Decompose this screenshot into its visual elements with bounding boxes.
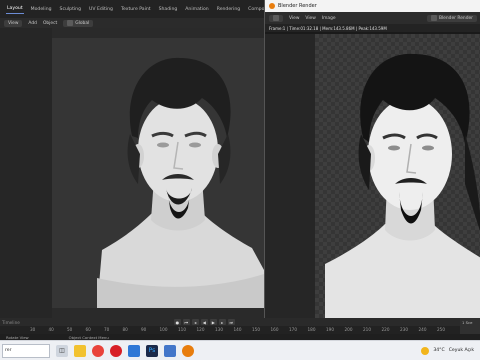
- workspace-tab-compositing[interactable]: Compositing: [247, 5, 264, 14]
- chrome-icon[interactable]: [92, 344, 104, 357]
- render-background: [265, 34, 315, 318]
- playback-controls: ● ⏮ ◂ ◀ ▶ ▸ ⏭: [173, 319, 235, 325]
- timeline-tick: 250: [437, 327, 445, 332]
- render-image-menu[interactable]: Image: [322, 16, 336, 21]
- 3d-viewport[interactable]: [0, 28, 264, 318]
- workspace-tab-sculpting[interactable]: Sculpting: [59, 5, 82, 14]
- workspace-tab-rendering[interactable]: Rendering: [216, 5, 241, 14]
- prev-keyframe-icon[interactable]: ◂: [191, 319, 199, 325]
- timeline-tick: 110: [178, 327, 186, 332]
- weather-sun-icon[interactable]: [421, 346, 430, 355]
- timeline-label: Timeline: [2, 319, 20, 325]
- render-status-bar: Frame:1 | Time:01:32.18 | Mem:143.5.86M …: [265, 24, 480, 32]
- timeline-tick: 220: [381, 327, 390, 332]
- file-explorer-icon[interactable]: [74, 344, 86, 357]
- editor-type-dropdown[interactable]: [269, 14, 283, 22]
- timeline-ruler[interactable]: 30 40 50 60 70 80 90 100 110 120 130 140 150 160 170 18…: [0, 326, 460, 334]
- camera-frame: [52, 38, 264, 308]
- workspace-tab-texture-paint[interactable]: Texture Paint: [120, 5, 152, 14]
- timeline-tick: 120: [196, 327, 205, 332]
- timeline: Timeline ● ⏮ ◂ ◀ ▶ ▸ ⏭ 30 40 50 60 70 80 90 100…: [0, 318, 480, 340]
- transform-orientation-dropdown[interactable]: Global: [63, 19, 94, 27]
- system-tray: 34°C Ceyuk Açık: [421, 346, 480, 355]
- render-titlebar: Blender Render: [265, 0, 480, 12]
- jump-end-icon[interactable]: ⏭: [227, 319, 235, 325]
- timeline-tick: 200: [344, 327, 353, 332]
- image-editor-icon: [273, 15, 279, 21]
- app-icon-blue[interactable]: [164, 344, 176, 357]
- blender-logo-icon: [269, 3, 275, 9]
- timeline-tick: 80: [122, 327, 128, 332]
- workspace-tab-animation[interactable]: Animation: [184, 5, 209, 14]
- viewport-header: View Add Object Global: [0, 18, 264, 28]
- timeline-tick: 30: [30, 327, 36, 332]
- workspace-tab-shading[interactable]: Shading: [158, 5, 179, 14]
- timeline-tick: 190: [326, 327, 334, 332]
- timeline-tick: 50: [67, 327, 73, 332]
- render-window: Blender Render View View Image Blender R…: [264, 0, 480, 318]
- workspace-tabs: Layout Modeling Sculpting UV Editing Texture…: [0, 0, 264, 18]
- timeline-tick: 150: [252, 327, 260, 332]
- timeline-tick: 60: [85, 327, 91, 332]
- render-toolbar: View View Image Blender Render: [265, 12, 480, 24]
- timeline-tick: 130: [215, 327, 223, 332]
- taskbar-search-input[interactable]: rer: [2, 343, 50, 358]
- next-keyframe-icon[interactable]: ▸: [218, 319, 226, 325]
- timeline-tick: 210: [363, 327, 371, 332]
- store-icon[interactable]: [128, 344, 140, 357]
- play-icon[interactable]: ▶: [209, 319, 217, 325]
- render-result-icon: [430, 15, 437, 21]
- head-model: [97, 57, 264, 308]
- rendered-head-image: [325, 53, 480, 318]
- status-context-menu: Object Context Menu: [68, 334, 109, 340]
- timeline-tick: 70: [104, 327, 110, 332]
- workspace-tab-layout[interactable]: Layout: [6, 4, 24, 14]
- taskbar: rer ◫ Ps 34°C Ceyuk Açık: [0, 340, 480, 360]
- timeline-tick: 230: [400, 327, 408, 332]
- render-window-title: Blender Render: [278, 3, 317, 9]
- view-menu[interactable]: View: [4, 19, 23, 27]
- opera-icon[interactable]: [110, 344, 122, 357]
- object-menu[interactable]: Object: [43, 21, 57, 26]
- orientation-icon: [67, 20, 74, 26]
- timeline-controls: Timeline ● ⏮ ◂ ◀ ▶ ▸ ⏭: [0, 318, 480, 326]
- weather-temp[interactable]: 34°C: [433, 348, 444, 353]
- timeline-tick: 90: [141, 327, 147, 332]
- workspace-tab-modeling[interactable]: Modeling: [30, 5, 53, 14]
- blender-taskbar-icon[interactable]: [182, 344, 194, 357]
- timeline-tick: 160: [270, 327, 279, 332]
- task-view-icon[interactable]: ◫: [56, 344, 68, 357]
- timeline-tick: 240: [418, 327, 427, 332]
- weather-desc[interactable]: Ceyuk Açık: [449, 348, 474, 353]
- timeline-tick: 40: [48, 327, 54, 332]
- timeline-tick: 140: [233, 327, 242, 332]
- render-view2-menu[interactable]: View: [305, 16, 315, 21]
- record-icon[interactable]: ●: [173, 319, 181, 325]
- search-text: rer: [5, 348, 12, 353]
- workspace-tab-uv-editing[interactable]: UV Editing: [88, 5, 114, 14]
- timeline-tick: 100: [159, 327, 168, 332]
- jump-start-icon[interactable]: ⏮: [182, 319, 190, 325]
- viewport-background: [0, 28, 52, 318]
- render-canvas[interactable]: [315, 34, 480, 318]
- render-view-menu[interactable]: View: [289, 16, 299, 21]
- timeline-tick: 180: [307, 327, 316, 332]
- photoshop-icon[interactable]: Ps: [146, 344, 158, 357]
- play-reverse-icon[interactable]: ◀: [200, 319, 208, 325]
- render-slot-dropdown[interactable]: Blender Render: [426, 14, 477, 22]
- timeline-tick: 170: [289, 327, 297, 332]
- add-menu[interactable]: Add: [28, 21, 37, 26]
- status-rotate-view: Rotate View: [6, 334, 29, 340]
